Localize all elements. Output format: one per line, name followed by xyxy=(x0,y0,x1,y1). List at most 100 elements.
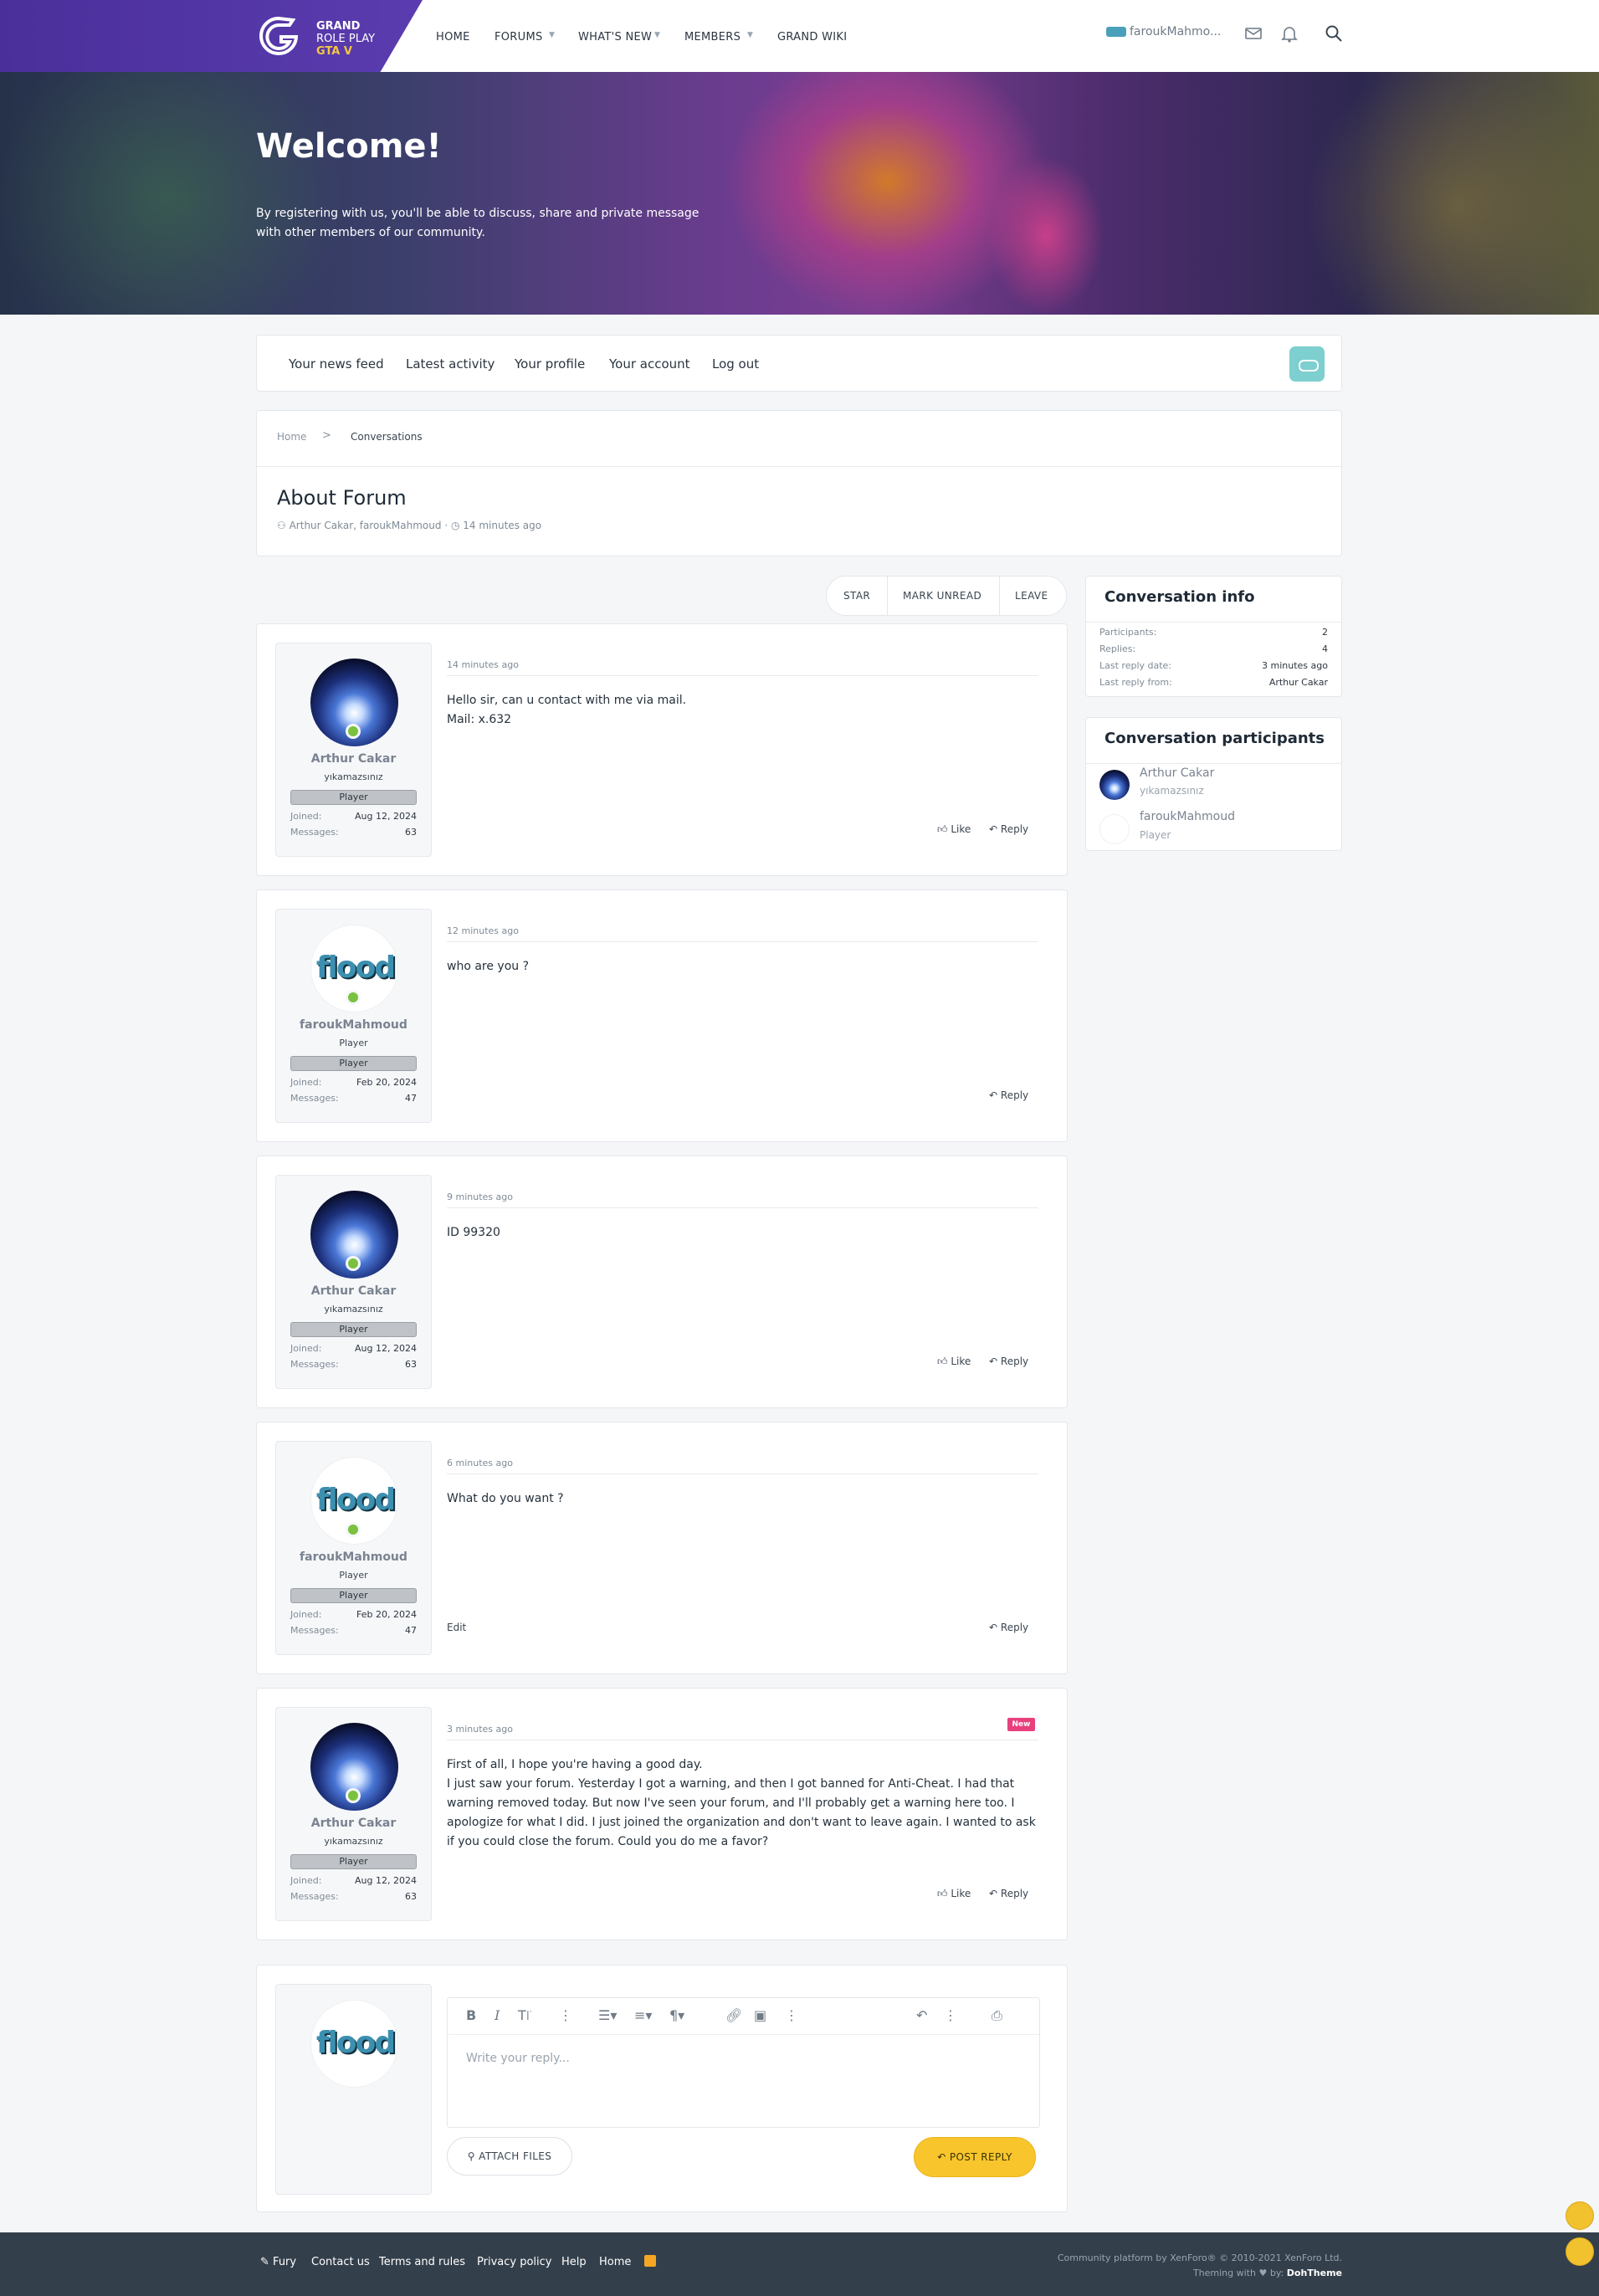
avatar[interactable] xyxy=(1099,814,1130,844)
username[interactable]: Arthur Cakar xyxy=(276,1284,431,1298)
mail-icon[interactable] xyxy=(1243,23,1263,44)
quick-reply: flood B I T꜍ ⋮ ☰▾ ≡▾ ¶▾ 🔗︎ ▣ ⋮ ↶ ⋮ ⎙ Wri… xyxy=(256,1965,1068,2212)
chevron-right-icon: > xyxy=(322,429,331,442)
link-icon[interactable]: 🔗︎ xyxy=(725,2007,742,2023)
nav-whats-new[interactable]: WHAT'S NEW xyxy=(578,31,652,44)
image-icon[interactable]: ▣ xyxy=(754,2007,766,2023)
username[interactable]: faroukMahmoud xyxy=(276,1550,431,1564)
user-card: Arthur Cakar yıkamazsınız Player Joined:… xyxy=(275,643,432,857)
message-time[interactable]: 14 minutes ago xyxy=(447,659,519,670)
leave-button[interactable]: LEAVE xyxy=(1015,590,1048,602)
attach-files-button[interactable]: ⚲ ATTACH FILES xyxy=(447,2137,572,2176)
message-body: who are you ? xyxy=(447,957,1038,976)
theming-name[interactable]: DohTheme xyxy=(1287,2268,1342,2278)
text-size-icon[interactable]: T꜍ xyxy=(518,2007,533,2023)
nav-members[interactable]: MEMBERS xyxy=(684,31,741,44)
user-banner: Player xyxy=(290,1056,417,1071)
message-time[interactable]: 6 minutes ago xyxy=(447,1458,513,1468)
avatar[interactable] xyxy=(1099,770,1130,800)
list-icon[interactable]: ☰▾ xyxy=(598,2007,617,2023)
thumbs-up-icon: 👍︎ xyxy=(937,1356,948,1367)
mark-unread-button[interactable]: MARK UNREAD xyxy=(903,590,981,602)
bold-icon[interactable]: B xyxy=(466,2007,476,2023)
username[interactable]: Arthur Cakar xyxy=(276,752,431,766)
username[interactable]: Arthur Cakar xyxy=(276,1817,431,1830)
messages-value[interactable]: 47 xyxy=(405,1625,417,1636)
message-time[interactable]: 3 minutes ago xyxy=(447,1724,513,1735)
chevron-down-icon[interactable]: ▼ xyxy=(654,31,660,39)
messages-label: Messages: xyxy=(290,1625,339,1636)
footer-link-help[interactable]: Help xyxy=(561,2256,587,2268)
info-value[interactable]: Arthur Cakar xyxy=(1269,677,1328,688)
site-logo-icon[interactable] xyxy=(256,15,301,57)
italic-icon[interactable]: I xyxy=(495,2007,500,2023)
breadcrumb-home[interactable]: Home xyxy=(277,431,306,443)
info-label: Last reply date: xyxy=(1099,660,1172,671)
participant-name[interactable]: Arthur Cakar xyxy=(1140,766,1214,780)
more-vertical-icon[interactable]: ⋮ xyxy=(559,2007,572,2023)
reply-label: Reply xyxy=(1000,1089,1029,1101)
reply-editor[interactable]: B I T꜍ ⋮ ☰▾ ≡▾ ¶▾ 🔗︎ ▣ ⋮ ↶ ⋮ ⎙ Write you… xyxy=(447,1997,1040,2128)
reply-button[interactable]: ↶ Reply xyxy=(989,1089,1028,1101)
footer-link-home[interactable]: Home xyxy=(599,2256,631,2268)
paragraph-icon[interactable]: ¶▾ xyxy=(669,2007,684,2023)
post-reply-button[interactable]: ↶ POST REPLY xyxy=(914,2137,1036,2177)
more-vertical-icon[interactable]: ⋮ xyxy=(785,2007,798,2023)
theme-toggle-button[interactable] xyxy=(1289,346,1325,382)
hero-title: Welcome! xyxy=(256,127,442,166)
link-your-profile[interactable]: Your profile xyxy=(515,356,585,372)
message-time[interactable]: 9 minutes ago xyxy=(447,1192,513,1202)
bell-icon[interactable] xyxy=(1279,23,1299,44)
preview-icon[interactable]: ⎙ xyxy=(992,2007,1002,2024)
footer-link-privacy[interactable]: Privacy policy xyxy=(477,2256,551,2268)
joined-value: Aug 12, 2024 xyxy=(355,811,417,822)
like-button[interactable]: 👍︎ Like xyxy=(937,1356,971,1368)
like-button[interactable]: 👍︎ Like xyxy=(937,1888,971,1900)
scroll-up-button[interactable] xyxy=(1566,2201,1594,2230)
more-vertical-icon[interactable]: ⋮ xyxy=(944,2007,957,2023)
joined-label: Joined: xyxy=(290,811,322,822)
link-log-out[interactable]: Log out xyxy=(712,356,759,372)
nav-grand-wiki[interactable]: GRAND WIKI xyxy=(777,31,847,44)
user-menu[interactable]: faroukMahmo... xyxy=(1106,25,1221,38)
footer-link-terms[interactable]: Terms and rules xyxy=(379,2256,465,2268)
like-button[interactable]: 👍︎ Like xyxy=(937,823,971,836)
star-button[interactable]: STAR xyxy=(843,590,870,602)
messages-value[interactable]: 47 xyxy=(405,1093,417,1104)
divider xyxy=(447,675,1038,676)
nav-home[interactable]: HOME xyxy=(436,31,470,44)
message-line: Mail: x.632 xyxy=(447,713,512,726)
reply-button[interactable]: ↶ Reply xyxy=(989,1356,1028,1367)
link-your-account[interactable]: Your account xyxy=(609,356,690,372)
messages-value[interactable]: 63 xyxy=(405,1891,417,1902)
info-label: Participants: xyxy=(1099,627,1157,638)
conversation-time: 14 minutes ago xyxy=(463,520,542,531)
participant-name[interactable]: faroukMahmoud xyxy=(1140,810,1235,823)
nav-forums[interactable]: FORUMS xyxy=(495,31,543,44)
footer-link-style[interactable]: ✎ Fury xyxy=(260,2256,296,2268)
scroll-down-button[interactable] xyxy=(1566,2237,1594,2266)
chevron-down-icon[interactable]: ▼ xyxy=(747,31,753,39)
messages-value[interactable]: 63 xyxy=(405,1359,417,1370)
link-news-feed[interactable]: Your news feed xyxy=(289,356,384,372)
participants-line[interactable]: Arthur Cakar, faroukMahmoud xyxy=(290,520,442,531)
username[interactable]: faroukMahmoud xyxy=(276,1018,431,1032)
edit-button[interactable]: Edit xyxy=(447,1622,466,1633)
message-time[interactable]: 12 minutes ago xyxy=(447,925,519,936)
footer-link-contact[interactable]: Contact us xyxy=(311,2256,370,2268)
copyright[interactable]: Community platform by XenForo® © 2010-20… xyxy=(1058,2252,1342,2263)
undo-icon[interactable]: ↶ xyxy=(916,2007,927,2023)
messages-value[interactable]: 63 xyxy=(405,827,417,838)
reply-button[interactable]: ↶ Reply xyxy=(989,1888,1028,1899)
online-status-icon xyxy=(346,1788,361,1803)
rss-icon[interactable] xyxy=(644,2255,656,2267)
reply-label: Reply xyxy=(1000,1888,1029,1899)
reply-button[interactable]: ↶ Reply xyxy=(989,1622,1028,1633)
reply-button[interactable]: ↶ Reply xyxy=(989,823,1028,835)
chevron-down-icon[interactable]: ▼ xyxy=(549,31,555,39)
user-card: flood faroukMahmoud Player Player Joined… xyxy=(275,1441,432,1655)
link-latest-activity[interactable]: Latest activity xyxy=(406,356,495,372)
search-icon[interactable] xyxy=(1324,23,1344,44)
breadcrumb-conversations[interactable]: Conversations xyxy=(351,431,423,443)
align-icon[interactable]: ≡▾ xyxy=(634,2007,652,2023)
